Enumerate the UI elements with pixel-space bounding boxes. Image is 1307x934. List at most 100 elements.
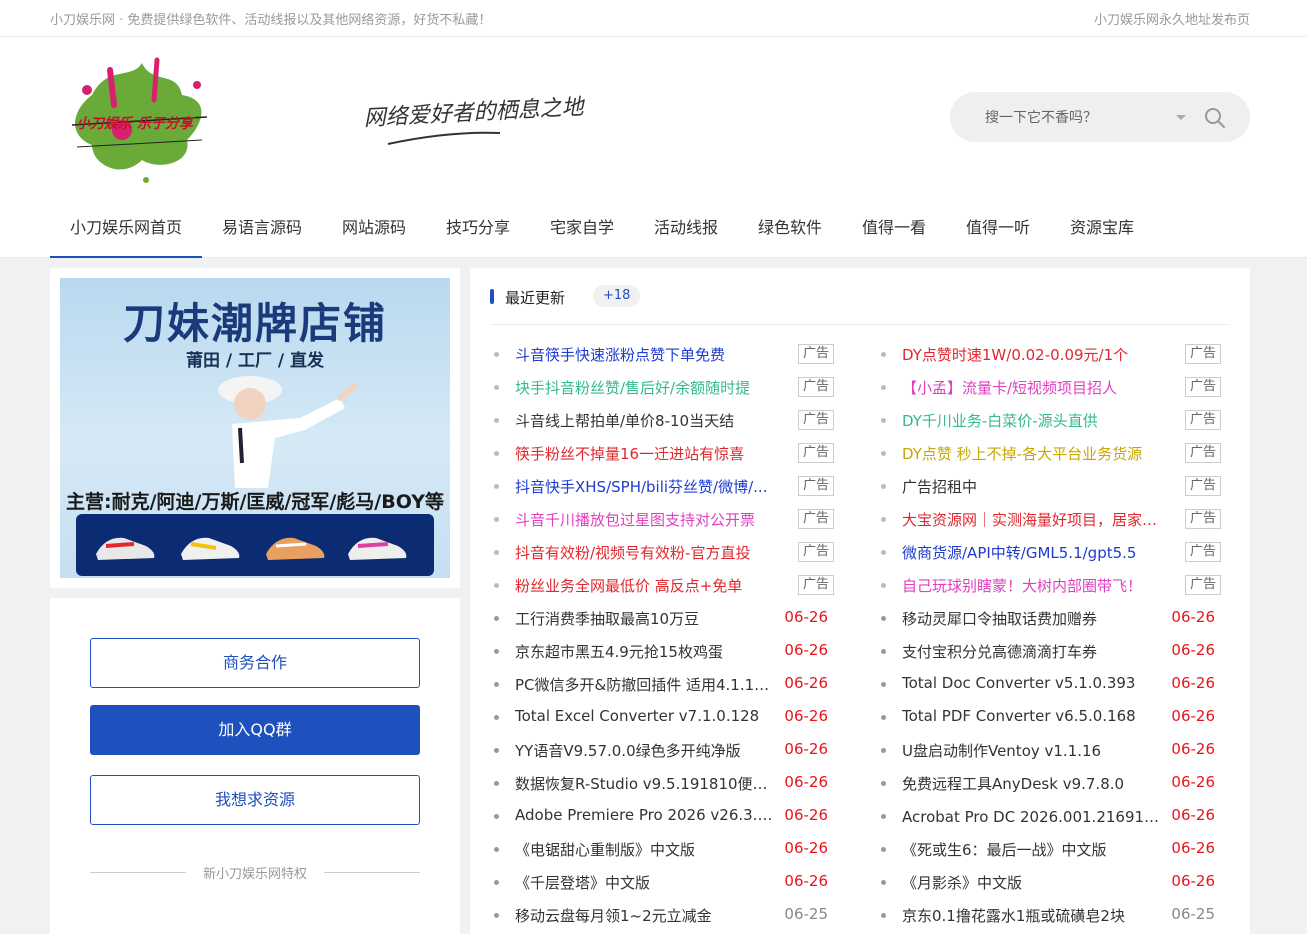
nav-home[interactable]: 小刀娱乐网首页 <box>50 200 202 258</box>
list-item-link[interactable]: 微商货源/API中转/GML5.1/gpt5.5 <box>902 542 1164 563</box>
ad-panel: 刀妹潮牌店铺 莆田 / 工厂 / 直发 主营:耐克/阿迪/万斯/匡威/冠军/彪马… <box>50 268 460 588</box>
nav-software[interactable]: 绿色软件 <box>758 200 822 258</box>
list-item-link[interactable]: DY点赞时速1W/0.02-0.09元/1个 <box>902 344 1164 365</box>
list-item[interactable]: 斗音千川播放包过星图支持对公开票 广告 <box>490 503 840 536</box>
list-item[interactable]: 大宝资源网｜实测海量好项目，居家兼职 广告 <box>877 503 1227 536</box>
list-item[interactable]: Total Excel Converter v7.1.0.128 06-26 <box>490 701 840 734</box>
list-item[interactable]: 自己玩球别瞎蒙！大树内部圈带飞！ 广告 <box>877 569 1227 602</box>
chevron-down-icon[interactable] <box>1176 115 1186 120</box>
business-cooperation-button[interactable]: 商务合作 <box>90 638 420 688</box>
list-item-link[interactable]: 自己玩球别瞎蒙！大树内部圈带飞！ <box>902 575 1164 596</box>
list-item[interactable]: 移动灵犀口令抽取话费加赠券 06-26 <box>877 602 1227 635</box>
list-item[interactable]: 京东超市黑五4.9元抢15枚鸡蛋 06-26 <box>490 635 840 668</box>
nav-worth-listening[interactable]: 值得一听 <box>966 200 1030 258</box>
list-item-link[interactable]: 斗音线上帮拍单/单价8-10当天结 <box>515 410 777 431</box>
list-item[interactable]: 块手抖音粉丝赞/售后好/余额随时提 广告 <box>490 371 840 404</box>
side-actions: 商务合作 加入QQ群 我想求资源 新小刀娱乐网特权 <box>50 598 460 934</box>
list-item-link[interactable]: 抖音有效粉/视频号有效粉-官方直投 <box>515 542 777 563</box>
nav-website-source[interactable]: 网站源码 <box>342 200 406 258</box>
list-item[interactable]: DY点赞时速1W/0.02-0.09元/1个 广告 <box>877 338 1227 371</box>
list-item-link[interactable]: 《月影杀》中文版 <box>902 872 1164 893</box>
list-item-link[interactable]: 块手抖音粉丝赞/售后好/余额随时提 <box>515 377 777 398</box>
list-item[interactable]: DY千川业务-白菜价-源头直供 广告 <box>877 404 1227 437</box>
list-item[interactable]: 抖音快手XHS/SPH/bili芬丝赞/微博/... 广告 <box>490 470 840 503</box>
list-item[interactable]: 移动云盘每月领1~2元立减金 06-25 <box>490 899 840 932</box>
list-item-link[interactable]: 抖音快手XHS/SPH/bili芬丝赞/微博/... <box>515 476 777 497</box>
list-item[interactable]: Total PDF Converter v6.5.0.168 06-26 <box>877 701 1227 734</box>
list-item[interactable]: 粉丝业务全网最低价 高反点+免单 广告 <box>490 569 840 602</box>
list-item[interactable]: 抖音有效粉/视频号有效粉-官方直投 广告 <box>490 536 840 569</box>
bullet-icon <box>881 451 886 456</box>
nav-tips[interactable]: 技巧分享 <box>446 200 510 258</box>
list-item-link[interactable]: DY千川业务-白菜价-源头直供 <box>902 410 1164 431</box>
list-item[interactable]: Total Doc Converter v5.1.0.393 06-26 <box>877 668 1227 701</box>
list-item[interactable]: YY语音V9.57.0.0绿色多开纯净版 06-26 <box>490 734 840 767</box>
shop-ad-banner[interactable]: 刀妹潮牌店铺 莆田 / 工厂 / 直发 主营:耐克/阿迪/万斯/匡威/冠军/彪马… <box>60 278 450 578</box>
list-item-link[interactable]: 筷手粉丝不掉量16一迁进站有惊喜 <box>515 443 777 464</box>
list-item-link[interactable]: Total PDF Converter v6.5.0.168 <box>902 707 1164 725</box>
list-item-link[interactable]: 粉丝业务全网最低价 高反点+免单 <box>515 575 777 596</box>
list-item[interactable]: 支付宝积分兑高德滴滴打车券 06-26 <box>877 635 1227 668</box>
list-item-link[interactable]: U盘启动制作Ventoy v1.1.16 <box>902 740 1164 761</box>
bullet-icon <box>494 352 499 357</box>
search-input[interactable]: 搜一下它不香吗？ <box>985 107 1097 127</box>
ad-tag: 广告 <box>798 443 834 463</box>
list-item[interactable]: 广告招租中 广告 <box>877 470 1227 503</box>
list-item[interactable]: 斗音线上帮拍单/单价8-10当天结 广告 <box>490 404 840 437</box>
permanent-address-link[interactable]: 小刀娱乐网永久地址发布页 <box>1094 9 1250 28</box>
list-item-link[interactable]: Acrobat Pro DC 2026.001.21691绿色版 <box>902 806 1164 827</box>
site-logo[interactable]: 小刀娱乐 乐于分享 <box>62 55 217 185</box>
bullet-icon <box>494 847 499 852</box>
request-resource-button[interactable]: 我想求资源 <box>90 775 420 825</box>
list-item-link[interactable]: 京东超市黑五4.9元抢15枚鸡蛋 <box>515 641 777 662</box>
nav-resources[interactable]: 资源宝库 <box>1070 200 1134 258</box>
list-item[interactable]: U盘启动制作Ventoy v1.1.16 06-26 <box>877 734 1227 767</box>
list-item[interactable]: 【小孟】流量卡/短视频项目招人 广告 <box>877 371 1227 404</box>
list-item-link[interactable]: YY语音V9.57.0.0绿色多开纯净版 <box>515 740 777 761</box>
list-item-link[interactable]: 《千层登塔》中文版 <box>515 872 777 893</box>
join-qq-group-button[interactable]: 加入QQ群 <box>90 705 420 755</box>
list-item-link[interactable]: 斗音千川播放包过星图支持对公开票 <box>515 509 777 530</box>
list-item[interactable]: 工行消费季抽取最高10万豆 06-26 <box>490 602 840 635</box>
bullet-icon <box>494 880 499 885</box>
list-item-link[interactable]: DY点赞 秒上不掉-各大平台业务货源 <box>902 443 1164 464</box>
list-item[interactable]: 《千层登塔》中文版 06-26 <box>490 866 840 899</box>
list-item-link[interactable]: 《电锯甜心重制版》中文版 <box>515 839 777 860</box>
list-item[interactable]: 数据恢复R-Studio v9.5.191810便携版 06-26 <box>490 767 840 800</box>
list-item[interactable]: 《死或生6：最后一战》中文版 06-26 <box>877 833 1227 866</box>
nav-deals[interactable]: 活动线报 <box>654 200 718 258</box>
list-item-link[interactable]: PC微信多开&防撤回插件 适用4.1.11.48 <box>515 674 777 695</box>
list-item[interactable]: Acrobat Pro DC 2026.001.21691绿色版 06-26 <box>877 800 1227 833</box>
list-item[interactable]: Adobe Premiere Pro 2026 v26.3.0.35 06-26 <box>490 800 840 833</box>
list-item-link[interactable]: 【小孟】流量卡/短视频项目招人 <box>902 377 1164 398</box>
list-item[interactable]: 免费远程工具AnyDesk v9.7.8.0 06-26 <box>877 767 1227 800</box>
list-item-link[interactable]: 免费远程工具AnyDesk v9.7.8.0 <box>902 773 1164 794</box>
nav-e-language-source[interactable]: 易语言源码 <box>222 200 302 258</box>
list-item[interactable]: 微商货源/API中转/GML5.1/gpt5.5 广告 <box>877 536 1227 569</box>
search-icon[interactable] <box>1204 107 1226 129</box>
list-item-link[interactable]: 移动云盘每月领1~2元立减金 <box>515 905 777 926</box>
list-item-link[interactable]: 《死或生6：最后一战》中文版 <box>902 839 1164 860</box>
list-item-link[interactable]: Adobe Premiere Pro 2026 v26.3.0.35 <box>515 806 777 824</box>
list-item-link[interactable]: 大宝资源网｜实测海量好项目，居家兼职 <box>902 509 1164 530</box>
list-item[interactable]: 斗音筷手快速涨粉点赞下单免费 广告 <box>490 338 840 371</box>
list-item-link[interactable]: 广告招租中 <box>902 476 1164 497</box>
list-item-link[interactable]: Total Excel Converter v7.1.0.128 <box>515 707 777 725</box>
list-item-link[interactable]: 支付宝积分兑高德滴滴打车券 <box>902 641 1164 662</box>
list-item[interactable]: 《月影杀》中文版 06-26 <box>877 866 1227 899</box>
list-item[interactable]: 《电锯甜心重制版》中文版 06-26 <box>490 833 840 866</box>
search-bar[interactable]: 搜一下它不香吗？ <box>950 92 1250 142</box>
list-item-link[interactable]: 京东0.1撸花露水1瓶或硫磺皂2块 <box>902 905 1164 926</box>
list-item[interactable]: 筷手粉丝不掉量16一迁进站有惊喜 广告 <box>490 437 840 470</box>
ad-tag: 广告 <box>1185 410 1221 430</box>
list-item-link[interactable]: 数据恢复R-Studio v9.5.191810便携版 <box>515 773 777 794</box>
list-item[interactable]: 京东0.1撸花露水1瓶或硫磺皂2块 06-25 <box>877 899 1227 932</box>
list-item-link[interactable]: 移动灵犀口令抽取话费加赠券 <box>902 608 1164 629</box>
list-item[interactable]: PC微信多开&防撤回插件 适用4.1.11.48 06-26 <box>490 668 840 701</box>
list-item-link[interactable]: Total Doc Converter v5.1.0.393 <box>902 674 1164 692</box>
list-item[interactable]: DY点赞 秒上不掉-各大平台业务货源 广告 <box>877 437 1227 470</box>
nav-worth-watching[interactable]: 值得一看 <box>862 200 926 258</box>
list-item-link[interactable]: 工行消费季抽取最高10万豆 <box>515 608 777 629</box>
list-item-link[interactable]: 斗音筷手快速涨粉点赞下单免费 <box>515 344 777 365</box>
nav-self-study[interactable]: 宅家自学 <box>550 200 614 258</box>
